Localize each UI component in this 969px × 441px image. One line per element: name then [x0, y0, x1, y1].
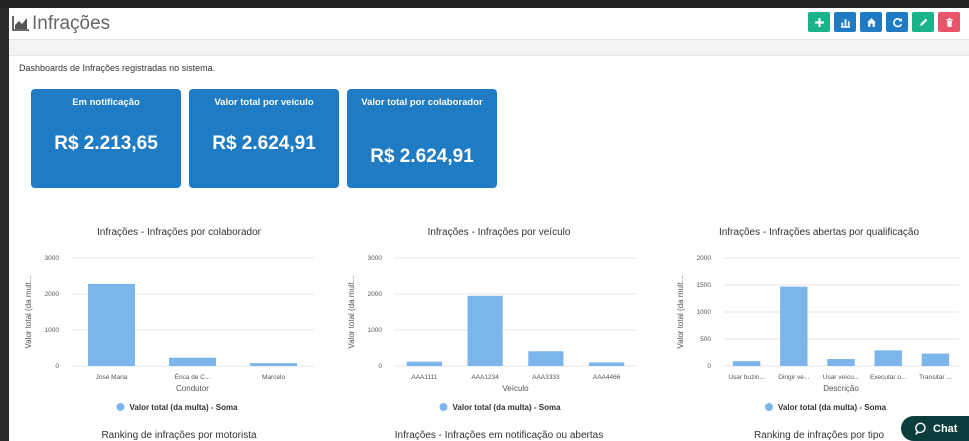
x-tick-label: AAA4466: [593, 374, 621, 381]
refresh-button[interactable]: [886, 12, 908, 32]
chat-button[interactable]: Chat: [901, 416, 969, 441]
y-axis-label: Valor total (da mult...: [676, 275, 685, 348]
y-tick-label: 2000: [45, 291, 60, 298]
pencil-icon: [919, 18, 927, 26]
card-label: Valor total por veículo: [214, 97, 314, 108]
toolbar: [808, 12, 960, 32]
bar[interactable]: [732, 361, 761, 366]
y-tick-label: 500: [700, 336, 711, 343]
plus-icon: [814, 17, 824, 27]
x-axis-label: Descrição: [823, 384, 859, 393]
bar[interactable]: [528, 351, 564, 366]
y-tick-label: 1500: [697, 282, 712, 289]
chart-infracoes-por-veiculo: 0 1000 2000 3000 Valor total (da mult... AAA1…: [347, 255, 637, 412]
home-icon: [866, 17, 876, 27]
top-strip: [0, 0, 969, 8]
x-tick-label: AAA1234: [471, 374, 499, 381]
chart-title: Infrações - Infrações por veículo: [427, 227, 571, 238]
y-tick-label: 0: [55, 363, 59, 370]
card-label: Valor total por colaborador: [361, 97, 483, 108]
dashboard-button[interactable]: [834, 12, 856, 32]
x-tick-label: Érica de C...: [175, 372, 211, 381]
card-label: Em notificação: [72, 97, 140, 108]
x-tick-label: Executar o...: [870, 374, 907, 381]
y-axis-label: Valor total (da mult...: [347, 275, 356, 348]
card-value: R$ 2.624,91: [370, 146, 474, 167]
chart-title: Infrações - Infrações abertas por qualif…: [718, 227, 920, 238]
y-tick-label: 0: [378, 363, 382, 370]
add-button[interactable]: [808, 12, 830, 32]
dashboard-content: Em notificação R$ 2.213,65 Valor total p…: [9, 80, 969, 441]
chart-title: Infrações - Infrações por colaborador: [97, 227, 261, 238]
card-value: R$ 2.624,91: [212, 133, 316, 154]
page-title: Infrações: [32, 13, 111, 34]
chat-label: Chat: [933, 422, 958, 435]
card-valor-colaborador[interactable]: Valor total por colaborador R$ 2.624,91: [347, 89, 497, 188]
y-tick-label: 3000: [45, 255, 60, 262]
legend-marker: [439, 403, 448, 411]
legend-label[interactable]: Valor total (da multa) - Soma: [130, 403, 239, 412]
bar[interactable]: [88, 283, 135, 366]
x-tick-label: José Maria: [96, 374, 128, 381]
legend-label[interactable]: Valor total (da multa) - Soma: [778, 403, 887, 412]
x-tick-label: Usar buzin...: [728, 374, 765, 381]
bar[interactable]: [467, 295, 503, 366]
bar[interactable]: [874, 350, 902, 366]
legend-marker: [116, 403, 125, 411]
edit-button[interactable]: [912, 12, 934, 32]
notificacao-abertas-title: Infrações - Infrações em notificação ou …: [394, 430, 604, 441]
bar[interactable]: [406, 361, 442, 366]
x-tick-label: AAA1111: [411, 374, 437, 381]
delete-button[interactable]: [938, 12, 960, 32]
chart-infracoes-por-qualificacao: 0 500 1000 1500 2000 Valor total (da mult... U…: [676, 255, 959, 412]
y-tick-label: 2000: [697, 255, 712, 262]
bar[interactable]: [921, 353, 950, 366]
y-tick-label: 1000: [697, 309, 712, 316]
chart-area-icon: [12, 16, 29, 31]
x-axis-label: Veículo: [502, 384, 529, 393]
x-tick-label: Dirigir ve...: [778, 374, 809, 381]
refresh-icon: [892, 17, 902, 27]
chat-bubble-icon: [915, 422, 926, 435]
y-axis-label: Valor total (da mult...: [24, 275, 33, 348]
x-tick-label: Marcelo: [262, 374, 286, 381]
page-header: Infrações: [9, 8, 969, 40]
page-description: Dashboards de Infrações registradas no s…: [19, 63, 216, 73]
card-valor-veiculo[interactable]: Valor total por veículo R$ 2.624,91: [189, 89, 339, 188]
bar[interactable]: [250, 363, 297, 366]
main-panel: Infrações Dashboards de Infrações regist…: [9, 8, 969, 441]
x-tick-label: Usar veícu...: [823, 374, 860, 381]
y-tick-label: 2000: [368, 291, 383, 298]
x-tick-label: AAA3333: [532, 374, 560, 381]
y-tick-label: 1000: [45, 327, 60, 334]
legend-marker: [765, 403, 773, 411]
legend-label[interactable]: Valor total (da multa) - Soma: [453, 403, 562, 412]
chart-icon: [840, 18, 850, 28]
trash-icon: [945, 17, 953, 27]
bar[interactable]: [827, 358, 855, 366]
x-axis-label: Condutor: [176, 384, 209, 393]
ranking-motorista-title: Ranking de infrações por motorista: [101, 430, 257, 441]
bar[interactable]: [589, 362, 625, 366]
y-tick-label: 0: [707, 363, 711, 370]
x-tick-label: Transitar ...: [919, 374, 952, 381]
description-bar: Dashboards de Infrações registradas no s…: [9, 55, 969, 81]
bar[interactable]: [169, 357, 216, 366]
card-em-notificacao[interactable]: Em notificação R$ 2.213,65: [31, 89, 181, 188]
home-button[interactable]: [860, 12, 882, 32]
y-tick-label: 1000: [368, 327, 383, 334]
card-value: R$ 2.213,65: [54, 133, 158, 154]
y-tick-label: 3000: [368, 255, 383, 262]
chart-infracoes-por-colaborador: 0 1000 2000 3000 Valor total (da mult... José…: [24, 255, 314, 412]
bar[interactable]: [780, 286, 808, 366]
